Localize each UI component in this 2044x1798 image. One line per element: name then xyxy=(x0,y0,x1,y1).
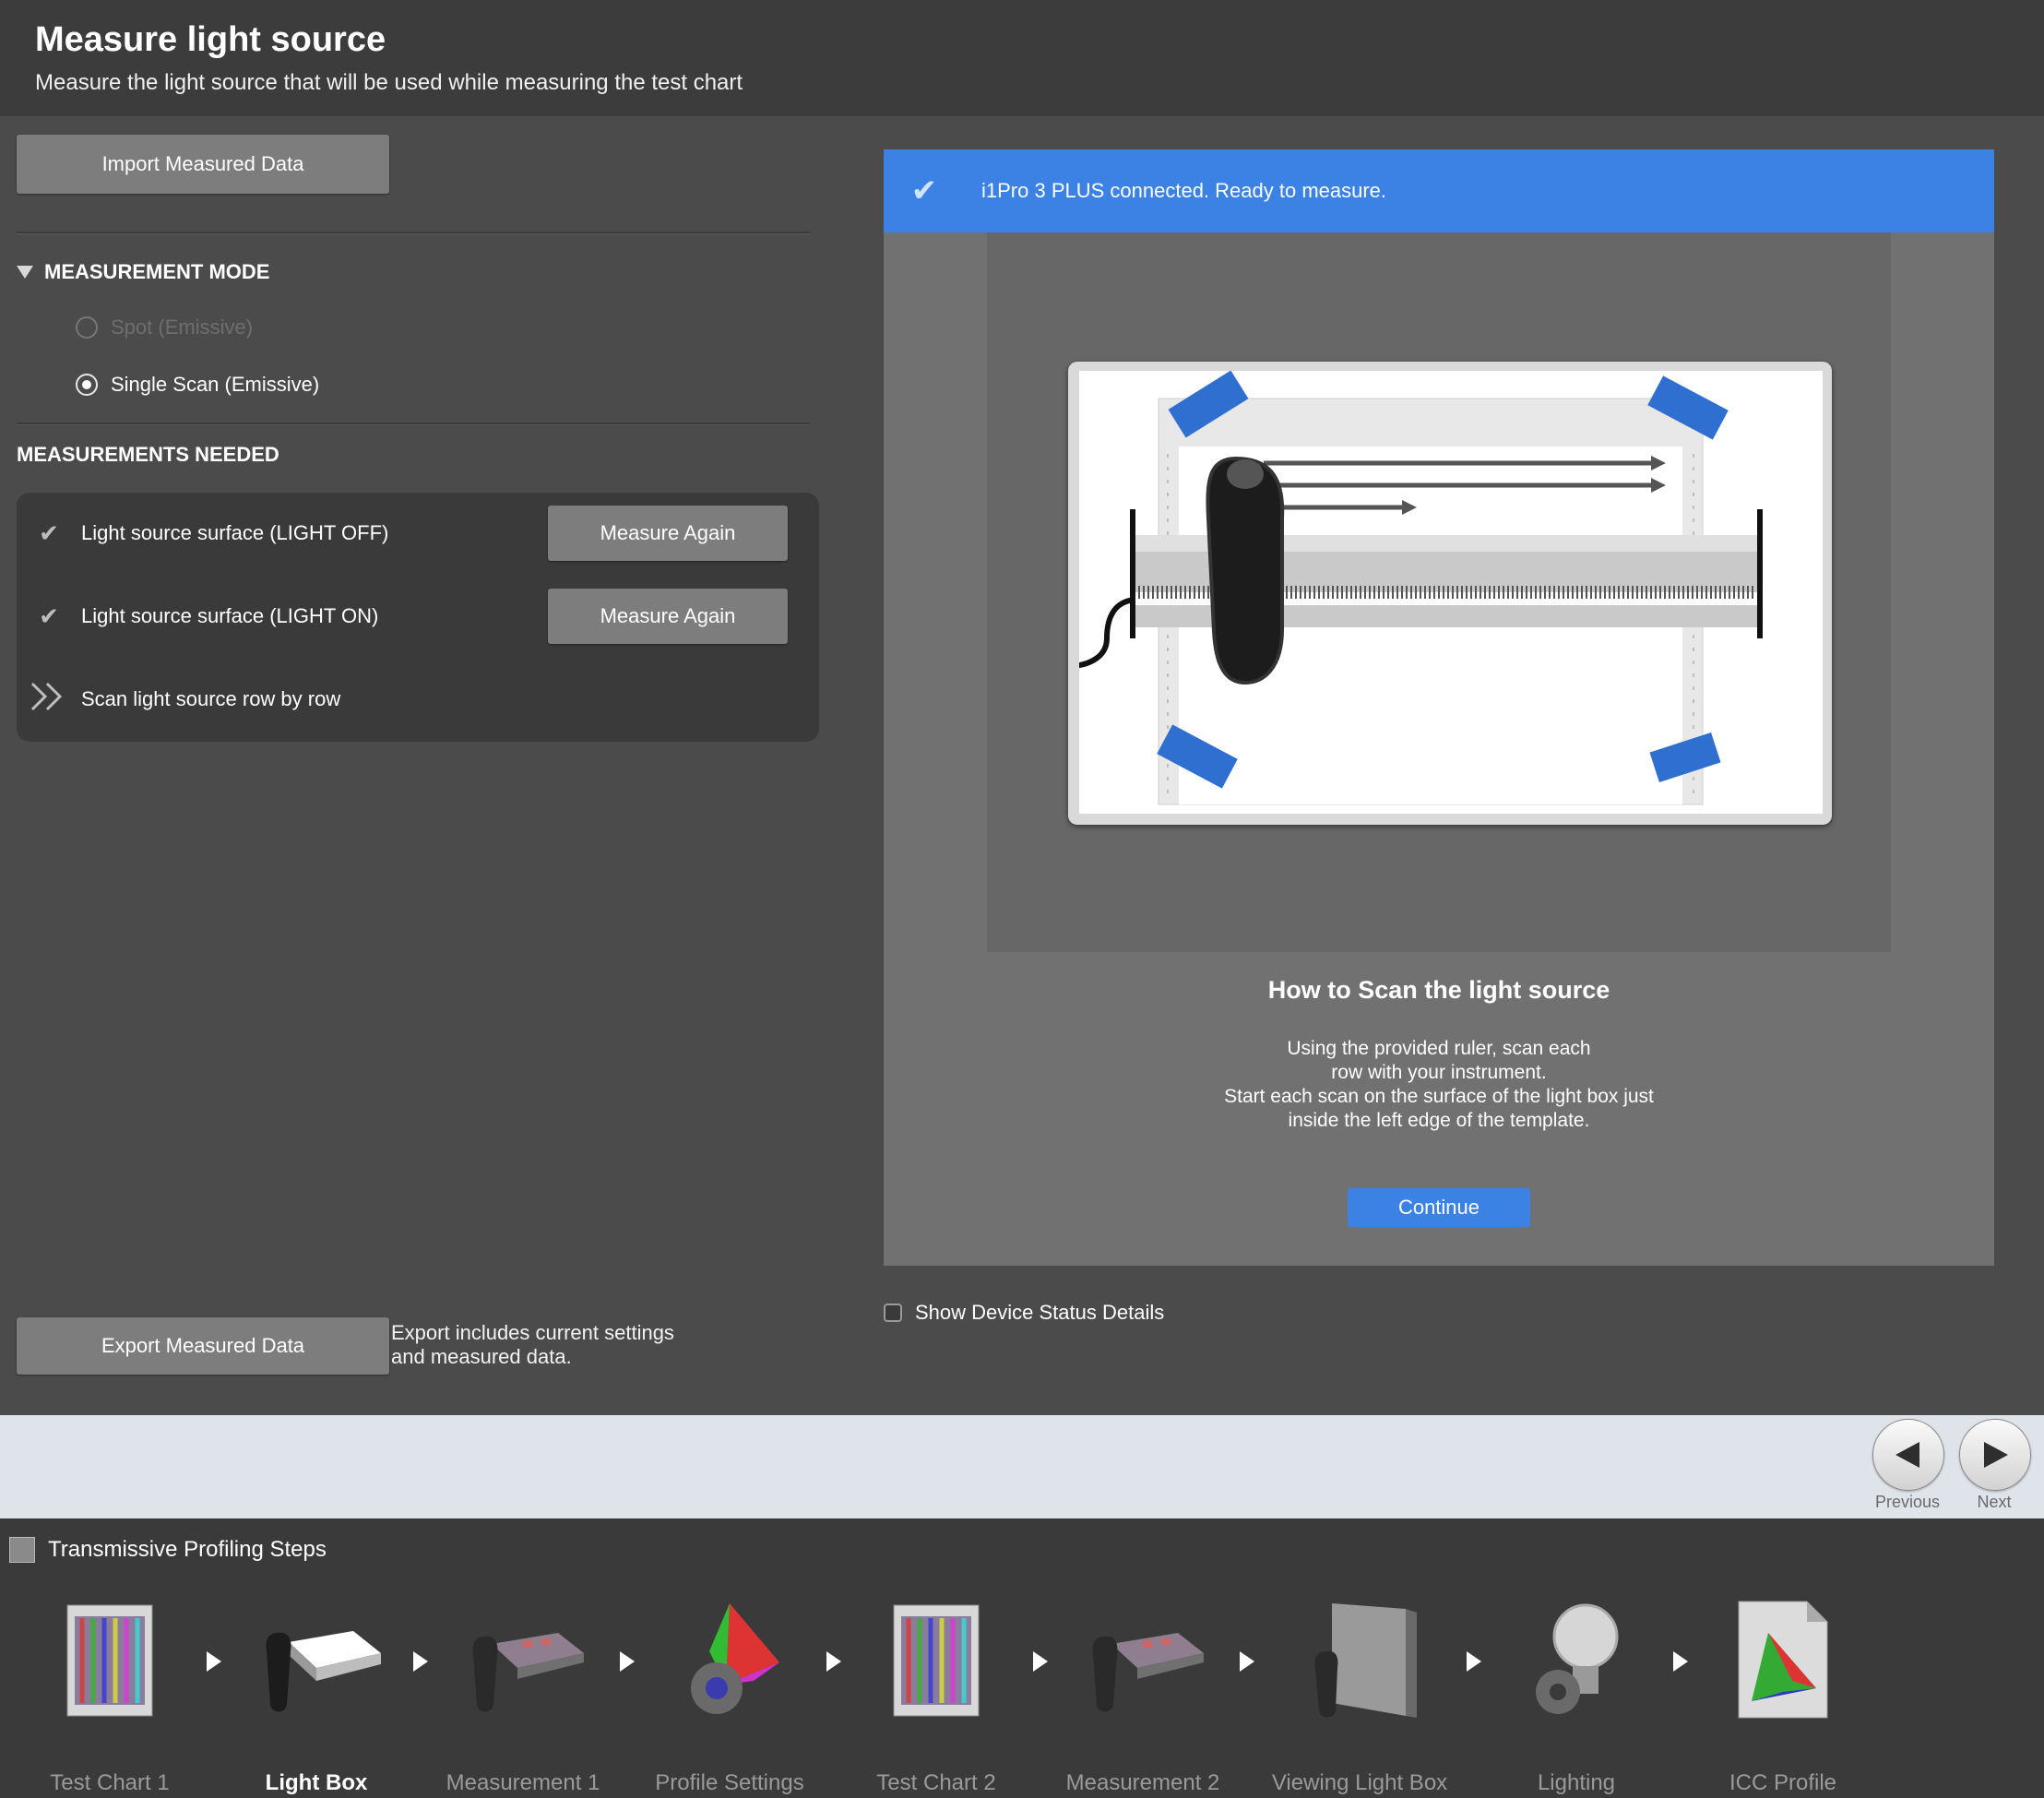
step-profile-settings[interactable]: Profile Settings xyxy=(633,1596,826,1796)
show-status-checkbox[interactable] xyxy=(884,1304,902,1322)
checkmark-icon: ✔ xyxy=(39,601,59,630)
howto-title: How to Scan the light source xyxy=(1267,976,1610,1004)
howto-instructions: Using the provided ruler, scan each row … xyxy=(1224,1038,1654,1131)
step-lighting[interactable]: Lighting xyxy=(1480,1596,1673,1796)
step-test-chart-2[interactable]: Test Chart 2 xyxy=(839,1596,1033,1796)
divider xyxy=(17,232,810,234)
profiling-steps-title: Transmissive Profiling Steps xyxy=(48,1537,327,1562)
previous-button[interactable] xyxy=(1872,1419,1944,1491)
light-box-icon xyxy=(266,1631,381,1712)
radio-button[interactable] xyxy=(76,374,98,396)
step-label: Profile Settings xyxy=(655,1770,804,1795)
radio-single-scan-emissive[interactable]: Single Scan (Emissive) xyxy=(76,373,319,397)
disclosure-triangle-icon xyxy=(17,266,33,279)
measurement-label: Light source surface (LIGHT ON) xyxy=(81,604,379,627)
import-measured-data-button[interactable]: Import Measured Data xyxy=(17,135,389,194)
step-label: Measurement 2 xyxy=(1065,1770,1220,1795)
step-label: Lighting xyxy=(1537,1770,1616,1795)
test-chart-icon xyxy=(66,1604,153,1717)
icc-profile-icon xyxy=(1738,1601,1828,1719)
scan-illustration xyxy=(1060,370,1823,814)
export-note: Export includes current settings and mea… xyxy=(391,1321,674,1368)
profile-settings-icon xyxy=(691,1603,779,1714)
measure-again-button[interactable]: Measure Again xyxy=(548,506,788,561)
step-label: ICC Profile xyxy=(1729,1770,1837,1795)
double-chevron-right-icon xyxy=(17,680,81,720)
step-label: Test Chart 2 xyxy=(876,1770,996,1795)
collapse-box-icon[interactable] xyxy=(9,1537,35,1563)
step-label: Test Chart 1 xyxy=(50,1770,170,1795)
checkmark-icon: ✔ xyxy=(910,173,938,208)
measurement-item: ✔ Light source surface (LIGHT OFF) Measu… xyxy=(17,506,801,561)
measurement-mode-toggle[interactable]: MEASUREMENT MODE xyxy=(17,260,269,284)
measure-again-button[interactable]: Measure Again xyxy=(548,589,788,644)
export-measured-data-button[interactable]: Export Measured Data xyxy=(17,1317,389,1375)
radio-spot-emissive: Spot (Emissive) xyxy=(76,316,253,339)
lighting-icon xyxy=(1536,1603,1619,1714)
step-label: Light Box xyxy=(265,1770,368,1795)
viewing-light-box-icon xyxy=(1314,1603,1417,1718)
page-subtitle: Measure the light source that will be us… xyxy=(35,70,743,95)
next-button[interactable] xyxy=(1959,1419,2031,1491)
radio-label: Single Scan (Emissive) xyxy=(111,373,320,396)
step-measurement-1[interactable]: Measurement 1 xyxy=(426,1596,620,1796)
next-label: Next xyxy=(1977,1493,2012,1511)
ruler-scan-illustration-icon xyxy=(1060,370,1763,805)
divider xyxy=(17,423,810,425)
device-status-text: i1Pro 3 PLUS connected. Ready to measure… xyxy=(981,179,1387,202)
triangle-left-icon xyxy=(1895,1442,1919,1468)
radio-button xyxy=(76,316,98,339)
step-measurement-2[interactable]: Measurement 2 xyxy=(1046,1596,1240,1796)
step-test-chart-1[interactable]: Test Chart 1 xyxy=(13,1596,207,1796)
measurement-icon xyxy=(1092,1633,1204,1712)
checkmark-icon: ✔ xyxy=(39,518,59,547)
step-arrow-icon xyxy=(1240,1651,1254,1672)
step-viewing-light-box[interactable]: Viewing Light Box xyxy=(1262,1596,1457,1796)
measurement-label: Scan light source row by row xyxy=(81,687,341,710)
page-title: Measure light source xyxy=(35,20,386,59)
show-device-status-details[interactable]: Show Device Status Details xyxy=(884,1301,1164,1325)
step-label: Viewing Light Box xyxy=(1271,1770,1448,1795)
measurement-mode-title: MEASUREMENT MODE xyxy=(44,260,270,283)
navigation-bar xyxy=(0,1415,2044,1518)
continue-button[interactable]: Continue xyxy=(1348,1188,1530,1227)
step-light-box[interactable]: Light Box xyxy=(220,1596,413,1796)
measurement-item: ✔ Light source surface (LIGHT ON) Measur… xyxy=(17,589,801,644)
test-chart-icon xyxy=(893,1604,980,1717)
radio-label: Spot (Emissive) xyxy=(111,316,254,339)
measurement-icon xyxy=(472,1633,584,1712)
step-label: Measurement 1 xyxy=(446,1770,600,1795)
previous-label: Previous xyxy=(1874,1493,1941,1511)
device-status-banner: ✔ i1Pro 3 PLUS connected. Ready to measu… xyxy=(884,149,1994,232)
triangle-right-icon xyxy=(1984,1442,2008,1468)
step-icc-profile[interactable]: ICC Profile xyxy=(1686,1596,1880,1796)
profiling-steps-header[interactable]: Transmissive Profiling Steps xyxy=(9,1537,327,1563)
measurements-needed-title: MEASUREMENTS NEEDED xyxy=(17,443,279,466)
show-status-label: Show Device Status Details xyxy=(915,1301,1165,1324)
measurement-label: Light source surface (LIGHT OFF) xyxy=(81,521,389,544)
measurement-item-current: Scan light source row by row xyxy=(17,672,801,727)
